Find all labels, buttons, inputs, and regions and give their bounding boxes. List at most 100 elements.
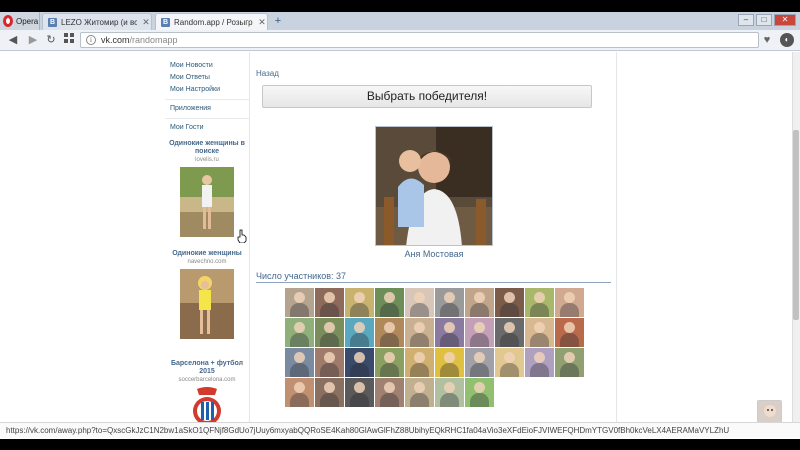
espanyol-crest-image[interactable] (180, 387, 234, 422)
participant-avatar[interactable] (315, 378, 344, 407)
participant-avatar[interactable] (315, 288, 344, 317)
participant-avatar[interactable] (315, 318, 344, 347)
ad-close-icon[interactable]: ✕ (238, 360, 244, 368)
participant-avatar[interactable] (285, 348, 314, 377)
tab-title: LEZO Житомир (и вся Укр (61, 17, 137, 27)
ad-title[interactable]: Барселона + футбол 2015 (165, 360, 249, 376)
column-divider (249, 52, 250, 422)
tab-bar: Opera В LEZO Житомир (и вся Укр ✕ В Rand… (0, 12, 800, 30)
sidebar-item-apps[interactable]: Приложения (165, 103, 249, 115)
participant-avatar[interactable] (465, 348, 494, 377)
hand-cursor-icon (237, 229, 247, 243)
new-tab-button[interactable]: + (271, 15, 285, 27)
participant-avatar[interactable] (345, 288, 374, 317)
participant-avatar[interactable] (465, 288, 494, 317)
maximize-icon[interactable]: □ (756, 14, 772, 26)
participant-avatar[interactable] (525, 288, 554, 317)
participant-avatar[interactable] (435, 318, 464, 347)
info-icon[interactable]: i (86, 35, 96, 45)
sidebar-menu: Мои Новости Мои Ответы Мои Настройки При… (165, 60, 249, 134)
participant-avatar[interactable] (525, 348, 554, 377)
url-input[interactable]: i vk.com/randomapp (80, 32, 759, 48)
participant-avatar[interactable] (285, 378, 314, 407)
participant-avatar[interactable] (465, 318, 494, 347)
sidebar-divider (165, 118, 249, 119)
participant-avatar[interactable] (405, 288, 434, 317)
scrollbar[interactable] (792, 52, 800, 422)
ad-block[interactable]: Одинокие женщины в поиске lovelis.ru (165, 140, 249, 237)
ad-title[interactable]: Одинокие женщины (165, 250, 249, 258)
forward-arrow-icon[interactable]: ▶ (26, 33, 40, 47)
status-bar-url: https://vk.com/away.php?to=QxscGkJzC1N2b… (0, 422, 800, 438)
page-content: Мои Новости Мои Ответы Мои Настройки При… (0, 52, 800, 422)
participant-avatar[interactable] (375, 378, 404, 407)
tab-random-app[interactable]: В Random.app / Розыгрыш ✕ (155, 13, 268, 30)
ad-domain: navechno.com (187, 259, 227, 265)
url-path: /randomapp (129, 35, 178, 45)
participant-avatar[interactable] (405, 318, 434, 347)
participant-avatar[interactable] (405, 378, 434, 407)
participant-avatar[interactable] (525, 318, 554, 347)
sidebar-divider (165, 99, 249, 100)
ad-block[interactable]: Барселона + футбол 2015 soccerbarcelona.… (165, 360, 249, 422)
participant-avatar[interactable] (315, 348, 344, 377)
column-divider (616, 52, 617, 422)
participant-avatar[interactable] (555, 318, 584, 347)
participant-avatar[interactable] (435, 348, 464, 377)
participant-avatar[interactable] (285, 318, 314, 347)
participant-avatar[interactable] (435, 378, 464, 407)
speed-dial-grid-icon[interactable] (62, 33, 76, 47)
participant-avatar[interactable] (345, 378, 374, 407)
reload-icon[interactable]: ↻ (44, 33, 58, 47)
participant-avatar[interactable] (555, 348, 584, 377)
winner-photo[interactable] (375, 126, 493, 246)
participant-avatar[interactable] (375, 348, 404, 377)
browser-window: Opera В LEZO Житомир (и вся Укр ✕ В Rand… (0, 12, 800, 439)
address-bar: ◀ ▶ ↻ i vk.com/randomapp ♥ ◐ (0, 30, 800, 51)
participant-avatar[interactable] (495, 318, 524, 347)
participant-avatar[interactable] (435, 288, 464, 317)
participant-avatar[interactable] (405, 348, 434, 377)
participant-avatar[interactable] (555, 288, 584, 317)
sidebar-item-answers[interactable]: Мои Ответы (165, 72, 249, 84)
participant-avatar[interactable] (285, 288, 314, 317)
participant-avatar[interactable] (375, 288, 404, 317)
opera-menu-button[interactable]: Opera (0, 12, 40, 30)
vk-favicon-icon: В (48, 17, 57, 27)
participant-avatar[interactable] (345, 348, 374, 377)
opera-menu-label: Opera (16, 16, 39, 26)
participants-count-label: Число участников: 37 (256, 271, 347, 281)
extension-icon[interactable]: ◐ (780, 33, 794, 47)
tab-close-icon[interactable]: ✕ (141, 17, 151, 28)
ad-domain: lovelis.ru (195, 157, 219, 163)
sidebar-item-news[interactable]: Мои Новости (165, 60, 249, 72)
pick-winner-button[interactable]: Выбрать победителя! (262, 85, 592, 108)
sidebar-item-guests[interactable]: Мои Гости (165, 122, 249, 134)
close-window-icon[interactable]: ✕ (774, 14, 796, 26)
ad-block[interactable]: Одинокие женщины navechno.com (165, 250, 249, 339)
ad-domain: soccerbarcelona.com (178, 377, 236, 383)
winner-name[interactable]: Аня Мостовая (362, 249, 506, 259)
ad-image[interactable] (180, 269, 234, 339)
participant-avatar[interactable] (345, 318, 374, 347)
participant-avatar[interactable] (495, 348, 524, 377)
participants-grid (285, 288, 585, 407)
minimize-icon[interactable]: – (738, 14, 754, 26)
back-link[interactable]: Назад (256, 69, 279, 78)
ad-title[interactable]: Одинокие женщины в поиске (165, 140, 249, 156)
scrollbar-thumb[interactable] (793, 130, 799, 320)
sidebar-item-settings[interactable]: Мои Настройки (165, 84, 249, 96)
opera-logo-icon (3, 15, 13, 27)
bookmark-heart-icon[interactable]: ♥ (760, 33, 774, 47)
back-arrow-icon[interactable]: ◀ (6, 33, 20, 47)
vk-favicon-icon: В (161, 17, 170, 27)
ad-image[interactable] (180, 167, 234, 237)
participant-avatar[interactable] (495, 288, 524, 317)
url-domain: vk.com (101, 35, 130, 45)
participant-avatar[interactable] (465, 378, 494, 407)
tab-close-icon[interactable]: ✕ (257, 17, 267, 28)
chat-avatar[interactable] (757, 400, 782, 422)
participant-avatar[interactable] (375, 318, 404, 347)
window-controls: – □ ✕ (738, 14, 796, 26)
tab-lezo[interactable]: В LEZO Житомир (и вся Укр ✕ (42, 13, 152, 30)
